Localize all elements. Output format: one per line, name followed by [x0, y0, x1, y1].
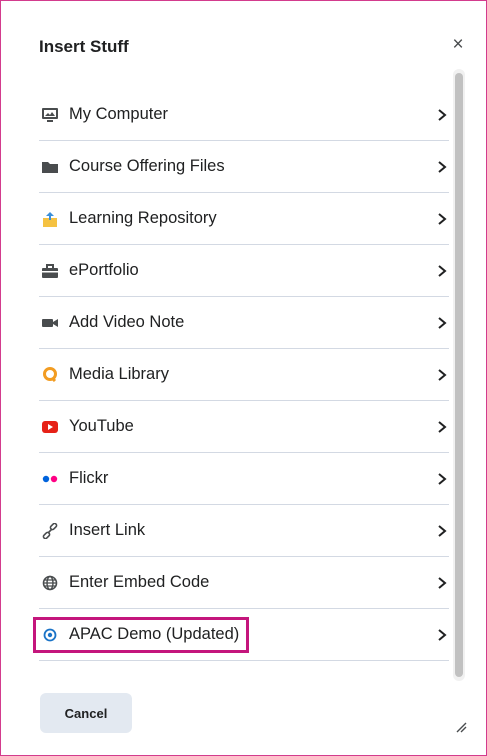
chevron-right-icon [438, 108, 447, 121]
chevron-right-icon [438, 628, 447, 641]
list-item-label: Flickr [69, 469, 109, 487]
target-icon [39, 624, 61, 646]
insert-stuff-dialog: Insert Stuff × My Computer Course Offeri… [0, 0, 487, 756]
chevron-right-icon [438, 160, 447, 173]
list-item-flickr[interactable]: Flickr [39, 453, 449, 505]
list-item-label: Insert Link [69, 521, 146, 539]
list-item-label: Add Video Note [69, 313, 185, 331]
list-item-label: My Computer [69, 105, 169, 123]
list-item-add-video-note[interactable]: Add Video Note [39, 297, 449, 349]
list-item-label: ePortfolio [69, 261, 139, 279]
globe-icon [39, 572, 61, 594]
chevron-right-icon [438, 524, 447, 537]
list-item-label: Media Library [69, 365, 169, 383]
resize-handle-icon[interactable] [453, 719, 467, 733]
list-item-label: APAC Demo (Updated) [69, 625, 240, 643]
list-item-media-library[interactable]: Media Library [39, 349, 449, 401]
list-item-label: YouTube [69, 417, 134, 435]
list-item-enter-embed-code[interactable]: Enter Embed Code [39, 557, 449, 609]
scrollbar[interactable] [453, 69, 465, 681]
chevron-right-icon [438, 420, 447, 433]
list-item-label: Enter Embed Code [69, 573, 210, 591]
chevron-right-icon [438, 264, 447, 277]
chevron-right-icon [438, 576, 447, 589]
scrollbar-thumb[interactable] [455, 73, 463, 677]
dialog-title: Insert Stuff [39, 37, 129, 56]
list-item-course-offering-files[interactable]: Course Offering Files [39, 141, 449, 193]
folder-icon [39, 156, 61, 178]
cancel-button[interactable]: Cancel [40, 693, 132, 733]
media-library-icon [39, 364, 61, 386]
video-camera-icon [39, 312, 61, 334]
list-item-learning-repository[interactable]: Learning Repository [39, 193, 449, 245]
chevron-right-icon [438, 472, 447, 485]
chevron-right-icon [438, 368, 447, 381]
link-icon [39, 520, 61, 542]
list-item-apac-demo[interactable]: APAC Demo (Updated) [33, 609, 449, 661]
chevron-right-icon [438, 212, 447, 225]
source-list: My Computer Course Offering Files Learni… [33, 89, 449, 669]
youtube-icon [39, 416, 61, 438]
list-item-youtube[interactable]: YouTube [39, 401, 449, 453]
close-icon[interactable]: × [447, 34, 469, 56]
flickr-icon [39, 468, 61, 490]
list-item-insert-link[interactable]: Insert Link [39, 505, 449, 557]
briefcase-icon [39, 260, 61, 282]
list-item-label: Learning Repository [69, 209, 217, 227]
list-item-my-computer[interactable]: My Computer [39, 89, 449, 141]
repository-icon [39, 208, 61, 230]
list-item-label: Course Offering Files [69, 157, 225, 175]
chevron-right-icon [438, 316, 447, 329]
computer-icon [39, 104, 61, 126]
list-item-eportfolio[interactable]: ePortfolio [39, 245, 449, 297]
